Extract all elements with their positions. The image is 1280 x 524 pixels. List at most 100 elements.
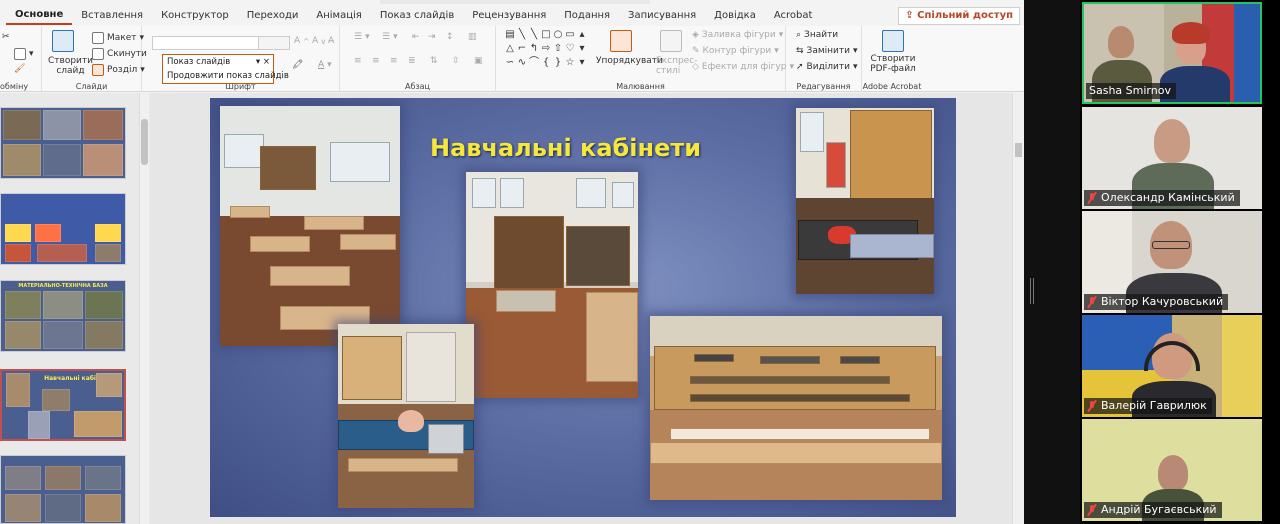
align-center-icon[interactable]: ≡	[372, 56, 380, 66]
new-slide-button[interactable]	[52, 30, 74, 52]
participant-tile-5[interactable]: Андрій Бугаєвський	[1082, 419, 1262, 521]
curve-shape-icon[interactable]: ∽	[504, 56, 516, 70]
close-icon[interactable]: ×	[263, 57, 270, 67]
more-shapes-icon[interactable]: ▾	[576, 56, 588, 70]
curve-shape-icon[interactable]: ∿	[516, 56, 528, 70]
tab-insert[interactable]: Вставлення	[72, 6, 152, 26]
resume-slideshow-button[interactable]: Продовжити показ слайдів	[163, 69, 289, 83]
scroll-down-icon[interactable]: ▾	[576, 42, 588, 56]
copy-button[interactable]: ▾	[14, 48, 34, 60]
elbow-shape-icon[interactable]: ↰	[528, 42, 540, 56]
resize-handle[interactable]	[1030, 278, 1034, 304]
tab-transitions[interactable]: Переходи	[238, 6, 308, 26]
mic-off-icon	[1087, 400, 1097, 412]
paint-bucket-icon: ◈	[692, 30, 699, 40]
reset-icon	[92, 48, 104, 60]
thumbnails-scrollbar-thumb[interactable]	[141, 119, 148, 165]
participant-tile-3[interactable]: Віктор Качуровський	[1082, 211, 1262, 313]
align-text-icon[interactable]: ⇳	[452, 56, 460, 66]
format-painter-button[interactable]: 🖌	[14, 64, 25, 74]
shape-outline-button[interactable]: ✎ Контур фігури ▾	[692, 46, 779, 56]
arrange-icon[interactable]	[610, 30, 632, 52]
increase-font-button[interactable]: A ^	[294, 36, 309, 46]
thumbnails-scrollbar[interactable]	[139, 93, 149, 524]
brace-shape-icon[interactable]: {	[540, 56, 552, 70]
tab-view[interactable]: Подання	[555, 6, 619, 26]
search-icon: ⌕	[796, 30, 802, 40]
slide-thumbnail-5[interactable]	[0, 455, 126, 524]
bullets-button[interactable]: ☰ ▾	[354, 32, 370, 42]
tab-record[interactable]: Записування	[619, 6, 705, 26]
font-color-button[interactable]: A ▾	[318, 60, 332, 70]
participant-tile-4[interactable]: Валерій Гаврилюк	[1082, 315, 1262, 417]
share-button[interactable]: ⇪ Спільний доступ	[898, 7, 1020, 25]
layout-button[interactable]: Макет ▾	[92, 32, 144, 44]
elbow-shape-icon[interactable]: ⌐	[516, 42, 528, 56]
brace-shape-icon[interactable]: }	[552, 56, 564, 70]
new-slide-label[interactable]: Створити слайд	[48, 56, 93, 76]
cut-button[interactable]: ✂	[2, 32, 10, 42]
shape-effects-button[interactable]: ◇ Ефекти для фігур ▾	[692, 62, 794, 72]
cursor-icon: ➚	[796, 62, 804, 72]
tab-home[interactable]: Основне	[6, 7, 73, 25]
numbering-icon: ☰	[382, 32, 391, 42]
participant-tile-1[interactable]: Sasha Smirnov	[1082, 2, 1262, 104]
scroll-up-icon[interactable]: ▴	[576, 28, 588, 42]
quick-styles-button[interactable]: Експрес-стилі	[656, 56, 697, 76]
shapes-gallery[interactable]: ▤ ╲ ╲ □ ○ ▭ ▴ △ ⌐ ↰ ⇨ ⇧ ♡ ▾ ∽ ∿ ⌒ { } ☆	[504, 28, 590, 72]
line-shape-icon[interactable]: ╲	[528, 28, 540, 42]
highlight-button[interactable]: 🖍	[292, 60, 303, 70]
canvas-scrollbar[interactable]	[1012, 93, 1024, 524]
curve-shape-icon[interactable]: ⌒	[528, 56, 540, 70]
slide-thumbnail-4[interactable]: Навчальні кабінети	[0, 369, 126, 441]
line-shape-icon[interactable]: ╲	[516, 28, 528, 42]
shape-fill-button[interactable]: ◈ Заливка фігури ▾	[692, 30, 783, 40]
clear-format-icon[interactable]: A̶	[328, 36, 334, 46]
slide-thumbnail-3[interactable]: МАТЕРІАЛЬНО-ТЕХНІЧНА БАЗА	[0, 280, 126, 352]
star-shape-icon[interactable]: ☆	[564, 56, 576, 70]
canvas-scrollbar-thumb[interactable]	[1015, 143, 1022, 157]
popup-controls: ▾ ×	[256, 55, 270, 69]
align-right-icon[interactable]: ≡	[390, 56, 398, 66]
arrow-shape-icon[interactable]: ⇧	[552, 42, 564, 56]
create-pdf-button[interactable]: Створити PDF-файл	[866, 54, 920, 74]
slide-thumbnail-1[interactable]	[0, 107, 126, 179]
oval-shape-icon[interactable]: ○	[552, 28, 564, 42]
find-button[interactable]: ⌕ Знайти	[796, 30, 838, 40]
arrow-shape-icon[interactable]: ⇨	[540, 42, 552, 56]
select-button[interactable]: ➚ Виділити ▾	[796, 62, 858, 72]
numbering-button[interactable]: ☰ ▾	[382, 32, 398, 42]
slide-thumbnail-2[interactable]	[0, 193, 126, 265]
smartart-icon[interactable]: ▣	[474, 56, 483, 66]
tab-slide-show[interactable]: Показ слайдів	[371, 6, 463, 26]
font-size-input[interactable]	[258, 36, 290, 50]
rect-shape-icon[interactable]: □	[540, 28, 552, 42]
textbox-shape-icon[interactable]: ▤	[504, 28, 516, 42]
rect-shape-icon[interactable]: ▭	[564, 28, 576, 42]
align-left-icon[interactable]: ≡	[354, 56, 362, 66]
replace-button[interactable]: ⇆ Замінити ▾	[796, 46, 857, 56]
participant-tile-2[interactable]: Олександр Камінський	[1082, 107, 1262, 209]
indent-icon[interactable]: ⇤	[412, 32, 420, 42]
quick-styles-icon[interactable]	[660, 30, 682, 52]
line-spacing-icon[interactable]: ↕	[446, 32, 454, 42]
chevron-down-icon[interactable]: ▾	[256, 57, 260, 67]
tab-help[interactable]: Довідка	[705, 6, 765, 26]
reset-button[interactable]: Скинути	[92, 48, 147, 60]
tab-review[interactable]: Рецензування	[463, 6, 555, 26]
outdent-icon[interactable]: ⇥	[428, 32, 436, 42]
participant-nameplate: Валерій Гаврилюк	[1084, 398, 1212, 414]
pdf-icon[interactable]	[882, 30, 904, 52]
triangle-shape-icon[interactable]: △	[504, 42, 516, 56]
columns-icon[interactable]: ▥	[468, 32, 477, 42]
heart-shape-icon[interactable]: ♡	[564, 42, 576, 56]
tab-animations[interactable]: Анімація	[307, 6, 370, 26]
arrange-button[interactable]: Упорядкувати	[596, 56, 663, 66]
section-button[interactable]: Розділ ▾	[92, 64, 145, 76]
justify-icon[interactable]: ≣	[408, 56, 416, 66]
tab-design[interactable]: Конструктор	[152, 6, 238, 26]
current-slide[interactable]: Навчальні кабінети	[210, 98, 956, 517]
text-direction-icon[interactable]: ⇅	[430, 56, 438, 66]
decrease-font-button[interactable]: Av	[312, 36, 326, 46]
tab-acrobat[interactable]: Acrobat	[765, 6, 822, 26]
